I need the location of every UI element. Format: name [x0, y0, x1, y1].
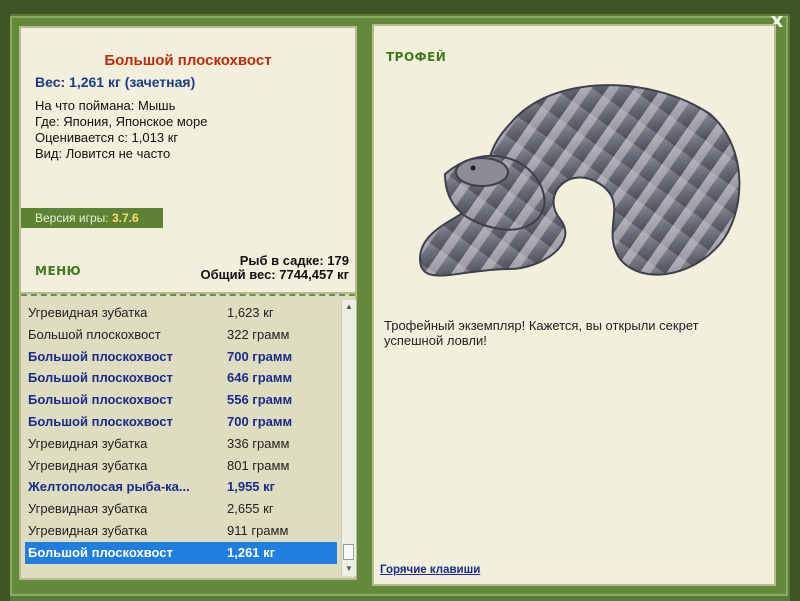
version-label: Версия игры: [35, 211, 112, 225]
hotkeys-link[interactable]: Горячие клавиши [380, 564, 480, 576]
fish-count: Рыб в садке: 179 [239, 253, 349, 268]
catch-weight: 1,261 кг [227, 544, 276, 560]
catch-row[interactable]: Большой плоскохвост 556 грамм [25, 389, 337, 411]
catch-name: Большой плоскохвост [28, 392, 173, 408]
net-summary: Рыб в садке: 179 Общий вес: 7744,457 кг [200, 254, 349, 282]
trophy-label: ТРОФЕЙ [386, 50, 447, 64]
catch-name: Большой плоскохвост [28, 544, 173, 560]
fish-kind: Вид: Ловится не часто [35, 146, 171, 161]
list-scrollbar[interactable]: ▲ ▼ [341, 300, 356, 576]
catch-weight: 556 грамм [227, 392, 293, 408]
catch-weight: 700 грамм [227, 348, 293, 364]
catch-name: Угревидная зубатка [28, 305, 148, 320]
catch-row[interactable]: Большой плоскохвост 646 грамм [25, 367, 337, 389]
catch-row[interactable]: Угревидная зубатка 336 грамм [25, 433, 337, 455]
catch-row[interactable]: Угревидная зубатка 1,623 кг [25, 302, 337, 324]
catch-weight: 1,623 кг [227, 305, 274, 320]
catch-name: Угревидная зубатка [28, 522, 148, 538]
scroll-thumb[interactable] [343, 544, 354, 560]
sea-snake-image [390, 54, 750, 316]
total-weight: Общий вес: 7744,457 кг [200, 267, 349, 282]
catch-weight: 336 грамм [227, 435, 290, 451]
catch-weight: 646 грамм [227, 370, 293, 386]
game-background-top [0, 0, 800, 14]
catch-weight: 911 грамм [227, 522, 289, 538]
scroll-down-icon[interactable]: ▼ [342, 562, 356, 576]
catch-weight: 2,655 кг [227, 501, 274, 517]
trophy-panel: ТРОФЕЙ Трофейный экземпляр! Кажется, вы … [372, 24, 776, 586]
catch-name: Угревидная зубатка [28, 457, 148, 473]
catch-row[interactable]: Большой плоскохвост 322 грамм [25, 324, 337, 346]
fish-location: Где: Япония, Японское море [35, 114, 208, 129]
fish-value: Оценивается с: 1,013 кг [35, 130, 179, 145]
catch-name: Большой плоскохвост [28, 348, 173, 364]
catch-row[interactable]: Угревидная зубатка 2,655 кг [25, 498, 337, 520]
catch-name: Большой плоскохвост [28, 413, 173, 429]
catch-name: Большой плоскохвост [28, 326, 161, 342]
catch-row[interactable]: Угревидная зубатка 911 грамм [25, 520, 337, 542]
catch-list: Угревидная зубатка 1,623 кг Большой плоско… [25, 302, 337, 564]
version-tag: Версия игры: 3.7.6 [21, 208, 163, 228]
trophy-message: Трофейный экземпляр! Кажется, вы открыли… [384, 318, 699, 348]
catch-weight: 801 грамм [227, 457, 290, 473]
fish-bait: На что поймана: Мышь [35, 98, 176, 113]
list-divider [21, 294, 355, 296]
catch-name: Угревидная зубатка [28, 501, 148, 517]
catch-weight: 322 грамм [227, 326, 290, 342]
catch-row[interactable]: Желтополосая рыба-ка... 1,955 кг [25, 476, 337, 498]
version-value: 3.7.6 [111, 211, 139, 225]
game-background-right [790, 0, 800, 601]
catch-row[interactable]: Большой плоскохвост 700 грамм [25, 346, 337, 368]
catch-row[interactable]: Угревидная зубатка 801 грамм [25, 455, 337, 477]
catch-row[interactable]: Большой плоскохвост 1,261 кг [25, 541, 337, 564]
fish-title: Большой плоскохвост [104, 52, 272, 69]
catch-weight: 1,955 кг [227, 479, 276, 495]
catch-row[interactable]: Большой плоскохвост 700 грамм [25, 411, 337, 433]
fish-info-panel: Большой плоскохвост Вес: 1,261 кг (зачет… [19, 26, 357, 294]
catch-list-panel: Угревидная зубатка 1,623 кг Большой плоско… [19, 294, 357, 580]
catch-weight: 700 грамм [227, 413, 293, 429]
menu-button[interactable]: МЕНЮ [35, 264, 81, 278]
fish-weight: Вес: 1,261 кг (зачетная) [35, 74, 196, 90]
catch-name: Большой плоскохвост [28, 370, 173, 386]
scroll-up-icon[interactable]: ▲ [342, 300, 356, 314]
game-background-left [0, 0, 10, 601]
catch-name: Угревидная зубатка [28, 435, 148, 451]
catch-name: Желтополосая рыба-ка... [28, 479, 190, 495]
